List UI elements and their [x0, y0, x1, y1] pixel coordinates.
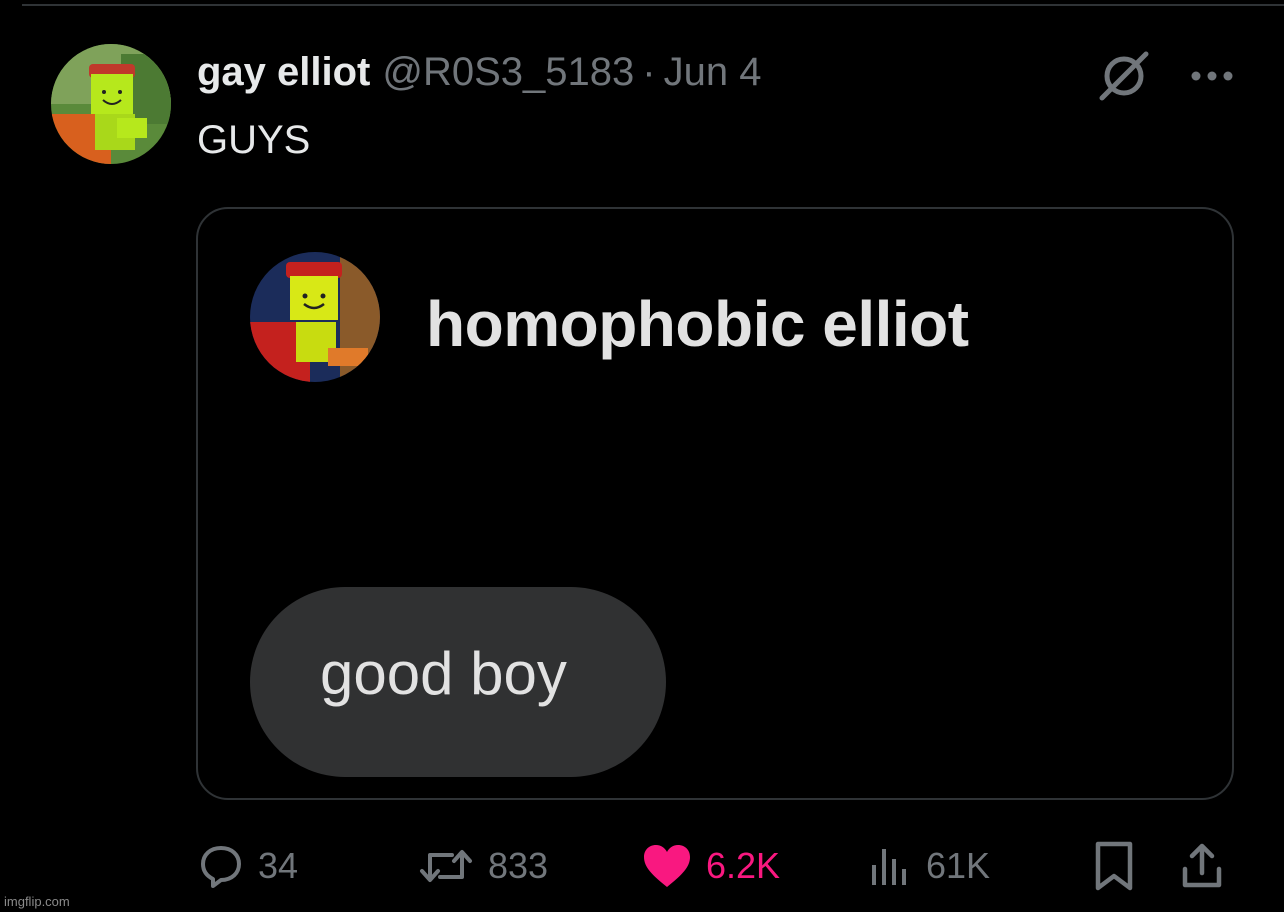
reply-count: 34 [258, 845, 299, 886]
separator-dot: · [642, 50, 656, 94]
bar-chart-icon [868, 843, 912, 889]
view-count: 61K [926, 845, 991, 886]
views-button[interactable]: 61K [868, 838, 990, 894]
action-bar: 34 833 6.2K 61K [0, 838, 1284, 894]
reply-button[interactable]: 34 [198, 838, 298, 894]
like-button[interactable]: 6.2K [642, 838, 780, 894]
user-handle[interactable]: @R0S3_5183 [382, 50, 634, 95]
display-name[interactable]: gay elliot [197, 50, 370, 95]
inner-display-name: homophobic elliot [426, 288, 969, 360]
like-count: 6.2K [706, 845, 781, 886]
inner-avatar [250, 252, 380, 382]
watermark: imgflip.com [4, 894, 70, 909]
bookmark-icon [1092, 840, 1136, 892]
heart-icon [642, 843, 692, 889]
repost-count: 833 [488, 845, 549, 886]
repost-icon [418, 843, 474, 889]
more-dots-icon[interactable] [1190, 66, 1234, 86]
speech-bubble-icon [198, 843, 244, 889]
repost-button[interactable]: 833 [418, 838, 548, 894]
bookmark-button[interactable] [1092, 838, 1136, 894]
tweet-header: gay elliot @R0S3_5183 · Jun 4 [197, 50, 761, 100]
chat-bubble: good boy [250, 587, 666, 777]
tweet-date[interactable]: Jun 4 [664, 50, 762, 95]
grok-icon[interactable] [1096, 48, 1152, 104]
header-actions [1096, 48, 1234, 104]
top-divider [22, 4, 1284, 6]
share-button[interactable] [1180, 838, 1224, 894]
tweet-media[interactable]: homophobic elliot good boy [196, 207, 1234, 800]
share-icon [1180, 841, 1224, 891]
chat-bubble-text: good boy [320, 640, 567, 707]
author-avatar[interactable] [51, 44, 171, 164]
tweet-text: GUYS [197, 118, 311, 162]
